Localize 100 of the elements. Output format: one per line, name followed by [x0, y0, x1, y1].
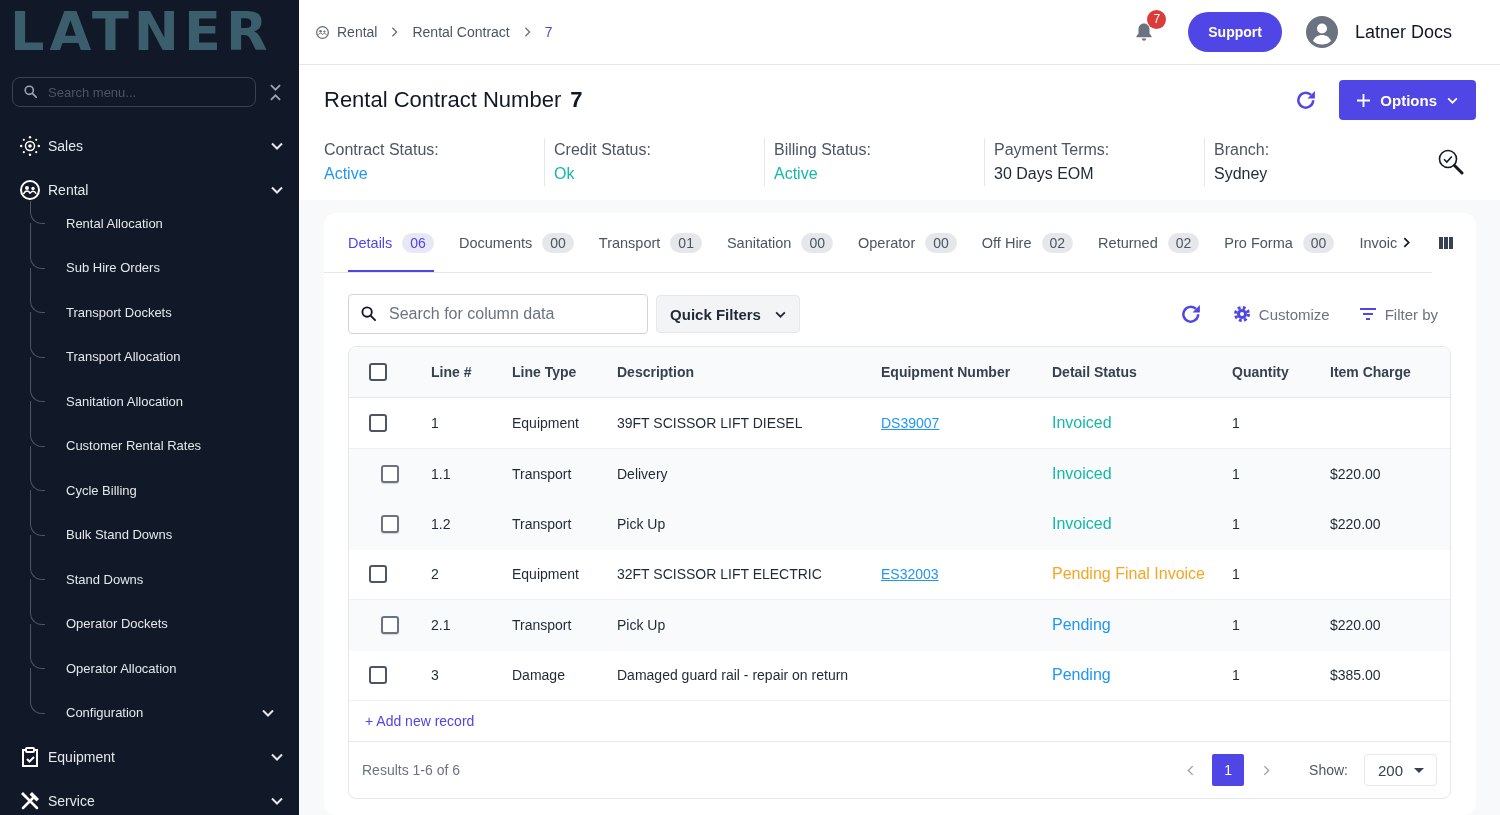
breadcrumb-link[interactable]: Rental Contract [412, 24, 510, 40]
tab[interactable]: Details 06 [348, 213, 434, 272]
column-header[interactable]: Detail Status [1052, 364, 1137, 380]
table-cell: 1 [1232, 465, 1240, 482]
field-value: Active [324, 164, 369, 184]
chevron-right-icon [523, 27, 531, 37]
table-search-field[interactable]: Search for column data [348, 294, 648, 334]
crossed-tools-icon [20, 791, 40, 811]
tab[interactable]: Invoic [1359, 213, 1398, 272]
chevron-down-icon [774, 310, 786, 318]
table-row[interactable]: 3 Damage Damaged guard rail - repair on return Pending 1 $385.00 [349, 650, 1450, 701]
field-label: Credit Status: [554, 140, 652, 160]
breadcrumb-link[interactable]: 7 [544, 24, 553, 40]
table-cell: Damaged guard rail - repair on return [617, 667, 849, 684]
chevron-down-icon [271, 797, 283, 805]
status-text: Pending [1052, 616, 1111, 634]
chevron-right-icon[interactable] [1403, 237, 1411, 248]
bell-icon[interactable] [1135, 22, 1154, 42]
checkbox[interactable] [381, 464, 399, 483]
checkbox[interactable] [381, 616, 399, 635]
table-cell: $385.00 [1330, 667, 1381, 684]
table-cell: 1.2 [431, 516, 451, 533]
sidebar-subitem[interactable]: Transport Allocation [0, 334, 299, 379]
customize-button[interactable]: Customize [1233, 305, 1330, 323]
sidebar-item[interactable]: Service [0, 779, 299, 815]
tab[interactable]: Pro Forma 00 [1224, 213, 1335, 272]
options-button[interactable]: Options [1339, 80, 1476, 120]
show-label: Show: [1309, 762, 1348, 778]
sidebar-subitem[interactable]: Stand Downs [0, 557, 299, 602]
tab[interactable]: Returned 02 [1098, 213, 1200, 272]
column-header[interactable]: Equipment Number [881, 364, 1011, 380]
chevron-down-icon [271, 753, 283, 761]
checkbox[interactable] [369, 413, 387, 432]
checkbox[interactable] [381, 515, 399, 534]
refresh-icon[interactable] [1181, 305, 1200, 323]
table-row[interactable]: 2.1 Transport Pick Up Pending 1 $220.00 [349, 600, 1450, 651]
plus-icon [1357, 93, 1371, 107]
logo-wordmark: LATNER [10, 5, 273, 59]
results-text: Results 1-6 of 6 [362, 762, 461, 778]
sidebar-subitem[interactable]: Cycle Billing [0, 468, 299, 513]
table-row[interactable]: 1.2 Transport Pick Up Invoiced 1 $220.00 [349, 499, 1450, 550]
field-value: 30 Days EOM [994, 164, 1095, 184]
magnifier-check-icon[interactable] [1438, 149, 1464, 175]
chevron-down-icon [1447, 96, 1458, 104]
table-row[interactable]: 1 Equipment 39FT SCISSOR LIFT DIESEL DS39007 Invoiced 1 [349, 398, 1450, 449]
columns-icon[interactable] [1439, 237, 1453, 249]
count-badge: 06 [402, 232, 434, 253]
tab[interactable]: Transport 01 [598, 213, 702, 272]
refresh-icon[interactable] [1297, 91, 1316, 109]
user-avatar-icon[interactable] [1305, 16, 1338, 48]
sidebar-subitem[interactable]: Sub Hire Orders [0, 245, 299, 290]
table-cell: 1 [1232, 667, 1240, 684]
table-cell: Transport [512, 465, 572, 482]
tab[interactable]: Off Hire 02 [981, 213, 1074, 272]
column-header[interactable]: Line # [431, 364, 472, 380]
people-circle-icon [20, 180, 40, 200]
tab[interactable]: Operator 00 [858, 213, 957, 272]
column-header[interactable]: Line Type [512, 364, 577, 380]
tab[interactable]: Documents 00 [458, 213, 574, 272]
column-header[interactable]: Description [617, 364, 694, 380]
checkbox[interactable] [369, 363, 387, 381]
status-text: Invoiced [1052, 464, 1112, 482]
chevron-down-icon [271, 186, 283, 194]
field-value: Sydney [1214, 164, 1269, 184]
sidebar-subitem[interactable]: Configuration [0, 690, 299, 735]
sidebar-subitem[interactable]: Operator Dockets [0, 601, 299, 646]
table-cell: 1.1 [431, 465, 451, 482]
field-label: Payment Terms: [994, 140, 1111, 160]
sidebar-subitem[interactable]: Bulk Stand Downs [0, 512, 299, 557]
checkbox[interactable] [369, 565, 387, 584]
sidebar-subitem[interactable]: Operator Allocation [0, 646, 299, 691]
page-size-select[interactable]: 200 [1364, 754, 1437, 786]
chevron-down-icon [271, 142, 283, 150]
filter-button[interactable]: Filter by [1359, 305, 1438, 323]
column-header[interactable]: Item Charge [1330, 364, 1411, 380]
sidebar-item[interactable]: Equipment [0, 735, 299, 779]
page-button[interactable]: 1 [1212, 754, 1245, 786]
checkbox[interactable] [369, 666, 387, 685]
column-header[interactable]: Quantity [1232, 364, 1289, 380]
table-cell: 2 [431, 566, 439, 583]
breadcrumb-link[interactable]: Rental [337, 24, 378, 40]
sidebar-subitem[interactable]: Sanitation Allocation [0, 379, 299, 424]
sidebar-subitem[interactable]: Customer Rental Rates [0, 423, 299, 468]
tab[interactable]: Sanitation 00 [726, 213, 833, 272]
table-cell: $220.00 [1330, 465, 1381, 482]
status-text: Pending Final Invoice [1052, 565, 1205, 583]
chevron-right-icon [391, 27, 399, 37]
sidebar-subitem[interactable]: Transport Dockets [0, 290, 299, 335]
sidebar-item[interactable]: Sales [0, 124, 299, 168]
table-cell: 3 [431, 667, 439, 684]
add-record-link[interactable]: + Add new record [365, 713, 475, 729]
table-row[interactable]: 1.1 Transport Delivery Invoiced 1 $220.00 [349, 448, 1450, 499]
user-name[interactable]: Latner Docs [1354, 21, 1452, 43]
quick-filters-button[interactable]: Quick Filters [656, 295, 800, 333]
count-badge: 00 [1302, 232, 1335, 253]
collapse-expand-icon[interactable] [270, 83, 281, 101]
support-button[interactable]: Support [1188, 12, 1282, 52]
notification-badge: 7 [1147, 10, 1167, 29]
menu-search-field[interactable]: Search menu... [12, 77, 256, 107]
count-badge: 00 [542, 232, 574, 253]
